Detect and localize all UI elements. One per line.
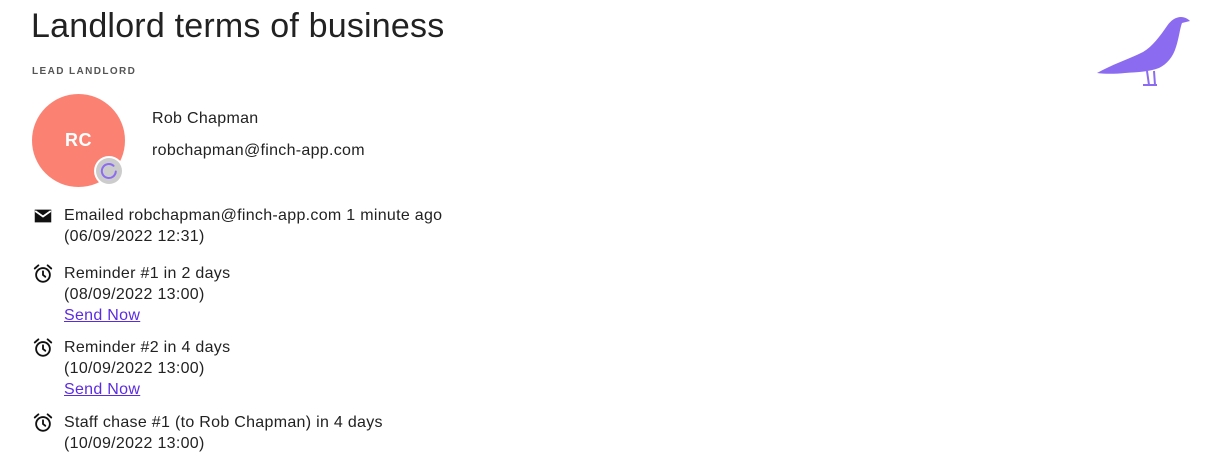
event-title: Emailed robchapman@finch-app.com 1 minut… xyxy=(64,207,443,224)
event-date: (10/09/2022 13:00) xyxy=(64,435,205,452)
alarm-clock-icon xyxy=(33,338,53,357)
status-badge xyxy=(94,156,124,186)
event-title: Staff chase #1 (to Rob Chapman) in 4 day… xyxy=(64,414,383,431)
alarm-clock-icon xyxy=(33,264,53,283)
timeline-event-staff-chase: Staff chase #1 (to Rob Chapman) in 4 day… xyxy=(32,412,383,454)
event-date: (06/09/2022 12:31) xyxy=(64,228,205,245)
landlord-avatar: RC xyxy=(32,94,126,188)
send-now-link[interactable]: Send Now xyxy=(64,305,140,326)
send-now-link[interactable]: Send Now xyxy=(64,379,140,400)
event-title: Reminder #1 in 2 days xyxy=(64,265,231,282)
alarm-clock-icon xyxy=(33,413,53,432)
event-date: (10/09/2022 13:00) xyxy=(64,360,205,377)
timeline-event-reminder-1: Reminder #1 in 2 days (08/09/2022 13:00)… xyxy=(32,263,230,326)
loading-spinner-icon xyxy=(100,163,117,179)
mail-icon xyxy=(34,209,52,223)
timeline-event-emailed: Emailed robchapman@finch-app.com 1 minut… xyxy=(32,205,442,247)
landlord-email: robchapman@finch-app.com xyxy=(152,142,365,159)
timeline-event-reminder-2: Reminder #2 in 4 days (10/09/2022 13:00)… xyxy=(32,337,230,400)
landlord-name: Rob Chapman xyxy=(152,110,259,127)
section-label: LEAD LANDLORD xyxy=(32,66,137,77)
event-date: (08/09/2022 13:00) xyxy=(64,286,205,303)
event-title: Reminder #2 in 4 days xyxy=(64,339,231,356)
finch-logo-icon xyxy=(1097,17,1190,86)
page-title: Landlord terms of business xyxy=(31,7,445,45)
